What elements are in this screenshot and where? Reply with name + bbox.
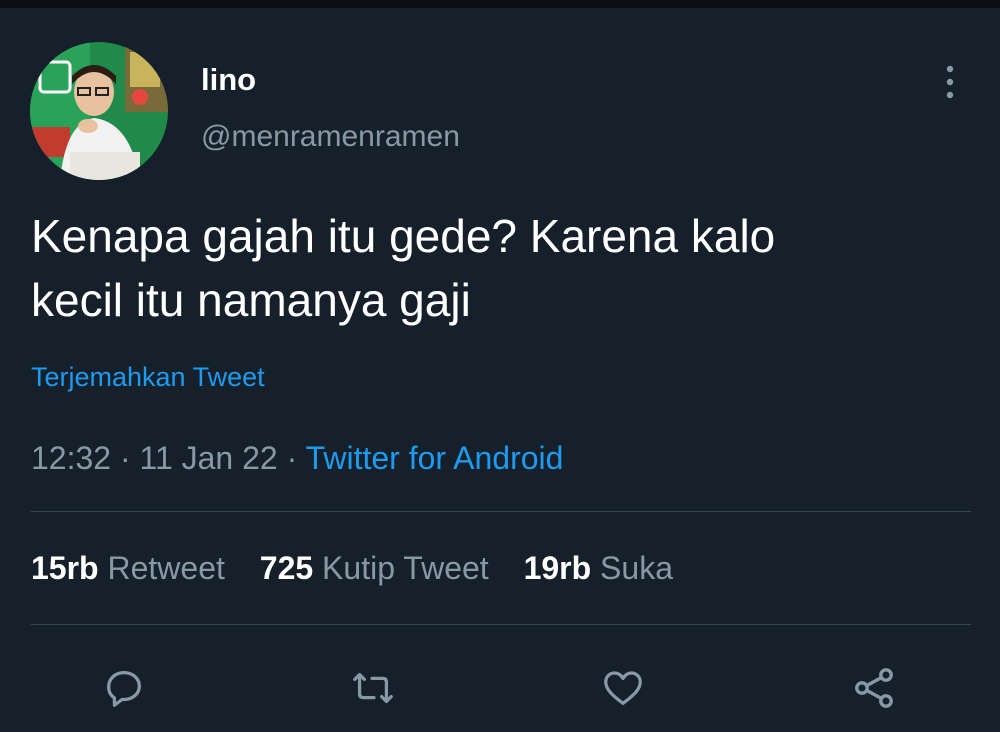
- stat-count: 725: [259, 550, 314, 586]
- like-icon: [604, 671, 642, 705]
- share-button[interactable]: [844, 658, 904, 718]
- reply-button[interactable]: [94, 658, 154, 718]
- meta-separator: ·: [119, 440, 140, 476]
- tweet-stats: 15rb Retweet 725 Kutip Tweet 19rb Suka: [31, 550, 699, 587]
- tweet-text: Kenapa gajah itu gede? Karena kalo kecil…: [31, 204, 961, 332]
- stat-count: 19rb: [523, 550, 592, 586]
- tweet-text-line: kecil itu namanya gaji: [31, 274, 471, 326]
- share-icon: [855, 668, 893, 708]
- stat-count: 15rb: [31, 550, 99, 586]
- tweet-time: 12:32: [31, 440, 112, 476]
- retweet-count[interactable]: 15rb Retweet: [31, 550, 225, 587]
- top-bar: [0, 0, 1000, 8]
- like-button[interactable]: [593, 658, 653, 718]
- user-name[interactable]: lino: [201, 62, 256, 98]
- more-vertical-icon: [946, 65, 954, 99]
- tweet-date: 11 Jan 22: [139, 440, 278, 476]
- tweet-meta: 12:32 · 11 Jan 22 · Twitter for Android: [31, 440, 563, 477]
- avatar[interactable]: [30, 42, 168, 180]
- divider: [31, 624, 971, 625]
- tweet-actions: [0, 658, 1000, 718]
- stat-label: Kutip Tweet: [322, 550, 489, 586]
- user-handle[interactable]: @menramenramen: [201, 120, 460, 154]
- translate-tweet-link[interactable]: Terjemahkan Tweet: [31, 362, 265, 393]
- retweet-icon: [353, 672, 393, 704]
- tweet-source-link[interactable]: Twitter for Android: [306, 440, 564, 476]
- stat-label: Retweet: [107, 550, 225, 586]
- quote-tweet-count[interactable]: 725 Kutip Tweet: [260, 550, 489, 587]
- retweet-button[interactable]: [343, 658, 403, 718]
- more-options-button[interactable]: [930, 60, 970, 104]
- meta-separator: ·: [286, 440, 306, 476]
- avatar-image: [30, 42, 168, 180]
- tweet-text-line: Kenapa gajah itu gede? Karena kalo: [31, 210, 776, 262]
- reply-icon: [107, 671, 141, 707]
- stat-label: Suka: [600, 550, 673, 586]
- like-count[interactable]: 19rb Suka: [524, 550, 673, 587]
- divider: [31, 511, 971, 512]
